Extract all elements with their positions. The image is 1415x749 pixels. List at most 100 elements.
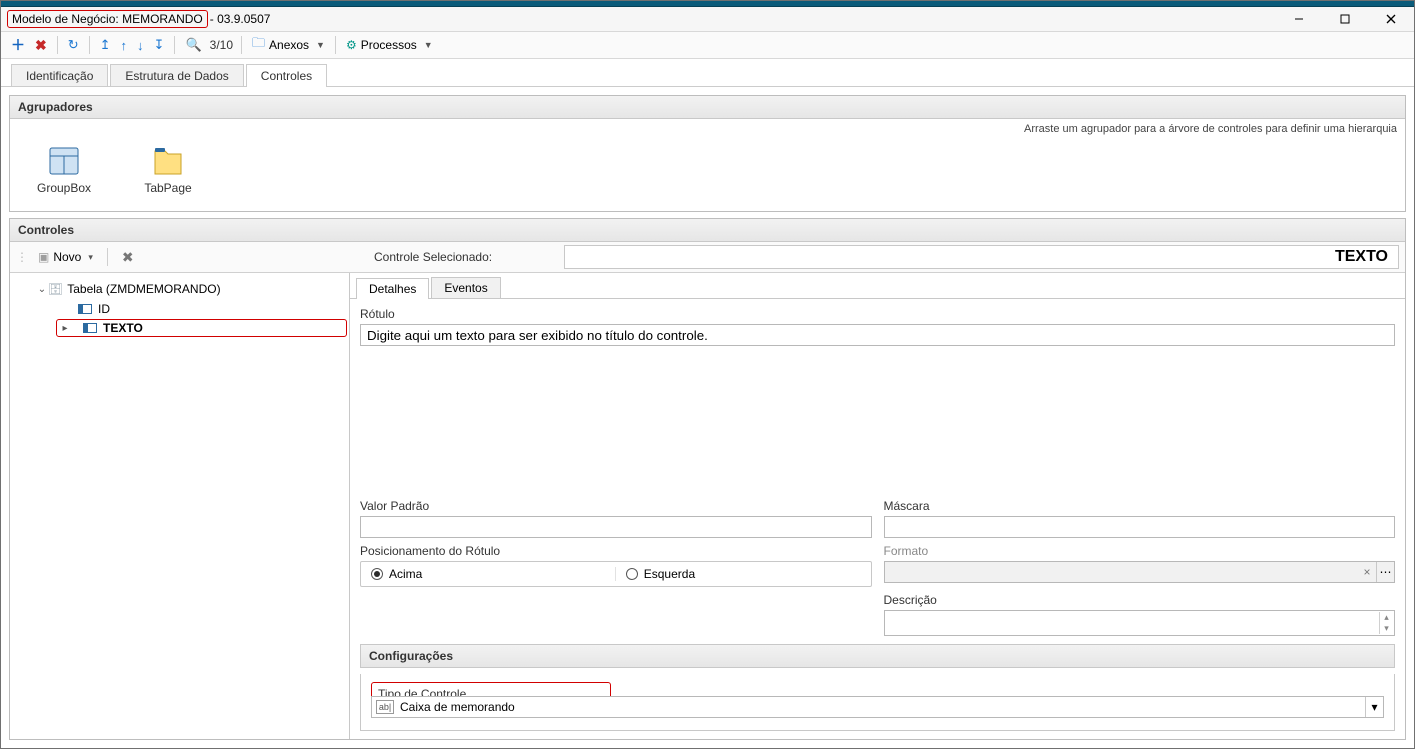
prev-record-button[interactable]: ↑: [117, 36, 132, 55]
agrupadores-hint: Arraste um agrupador para a árvore de co…: [10, 119, 1405, 135]
radio-acima-label: Acima: [389, 567, 422, 581]
subtab-eventos[interactable]: Eventos: [431, 277, 500, 298]
controles-title: Controles: [10, 219, 1405, 242]
up-icon: ↑: [121, 38, 128, 53]
posicionamento-rotulo-label: Posicionamento do Rótulo: [360, 544, 872, 558]
agrupador-tabpage-label: TabPage: [144, 181, 191, 195]
last-icon: ↧: [154, 37, 165, 53]
agrupador-tabpage[interactable]: TabPage: [128, 145, 208, 195]
dropdown-caret-icon: ▼: [424, 40, 433, 50]
agrupador-groupbox[interactable]: GroupBox: [24, 145, 104, 195]
descricao-label: Descrição: [884, 593, 1396, 607]
novo-button[interactable]: ▣ Novo ▾: [34, 248, 97, 266]
processos-menu[interactable]: ⚙ Processos ▼: [342, 36, 437, 54]
first-icon: ↥: [100, 37, 111, 53]
controle-selecionado-value: TEXTO: [564, 245, 1399, 269]
processos-label: Processos: [361, 38, 417, 52]
refresh-icon: ↻: [68, 37, 79, 53]
window-title-highlight: Modelo de Negócio: MEMORANDO: [7, 10, 208, 28]
window-title-suffix: - 03.9.0507: [208, 12, 271, 26]
mascara-input[interactable]: [884, 516, 1396, 538]
formato-label: Formato: [884, 544, 1396, 558]
search-button[interactable]: 🔍: [181, 35, 205, 55]
minimize-button[interactable]: [1276, 7, 1322, 31]
mascara-label: Máscara: [884, 499, 1396, 513]
scrollbar[interactable]: ▴▾: [1379, 612, 1393, 634]
tree-tabela-label: Tabela (ZMDMEMORANDO): [67, 282, 220, 296]
controls-tree[interactable]: ⌄ 🗄 Tabela (ZMDMEMORANDO) ID ▸: [10, 273, 350, 739]
tab-controles[interactable]: Controles: [246, 64, 327, 87]
valor-padrao-label: Valor Padrão: [360, 499, 872, 513]
new-record-button[interactable]: ＋: [7, 33, 29, 57]
agrupador-groupbox-label: GroupBox: [37, 181, 91, 195]
tipo-controle-combo[interactable]: ab| Caixa de memorando ▾: [371, 696, 1384, 718]
last-record-button[interactable]: ↧: [150, 35, 169, 55]
cube-icon: ▣: [38, 250, 49, 264]
delete-record-button[interactable]: ✖: [31, 35, 51, 56]
tree-node-tabela[interactable]: ⌄ 🗄 Tabela (ZMDMEMORANDO): [12, 279, 347, 299]
formato-combo: × ⋯: [884, 561, 1396, 583]
formato-value: [885, 562, 1359, 582]
attachment-icon: 🗀: [252, 34, 265, 56]
detail-subtabs: Detalhes Eventos: [350, 273, 1405, 299]
gear-icon: ⚙: [346, 38, 357, 52]
first-record-button[interactable]: ↥: [96, 35, 115, 55]
dropdown-caret-icon: ▾: [88, 252, 93, 263]
radio-esquerda-label: Esquerda: [644, 567, 695, 581]
ellipsis-icon: ⋯: [1376, 562, 1394, 582]
tree-node-texto-selected[interactable]: ▸ TEXTO: [56, 319, 347, 337]
anexos-menu[interactable]: 🗀 Anexos ▼: [248, 32, 329, 58]
record-position: 3/10: [208, 38, 235, 52]
database-icon: 🗄: [48, 282, 63, 296]
descricao-input[interactable]: ▴▾: [884, 610, 1396, 636]
rotulo-label: Rótulo: [360, 307, 1395, 321]
titlebar: Modelo de Negócio: MEMORANDO - 03.9.0507: [1, 7, 1414, 31]
radio-on-icon: [371, 568, 383, 580]
tipo-controle-value: Caixa de memorando: [372, 697, 1365, 717]
tabpage-icon: [152, 145, 184, 177]
descricao-value: [885, 611, 1395, 619]
tree-node-id[interactable]: ID: [12, 299, 347, 319]
posicionamento-rotulo-group: Acima Esquerda: [360, 561, 872, 587]
tree-id-label: ID: [98, 302, 110, 316]
down-icon: ↓: [137, 38, 144, 53]
plus-icon: ＋: [11, 35, 25, 55]
field-icon: [83, 323, 97, 333]
delete-control-button[interactable]: ✖: [118, 247, 138, 268]
delete-icon: ✖: [122, 249, 134, 266]
chevron-down-icon: ⌄: [36, 284, 48, 295]
subtab-detalhes[interactable]: Detalhes: [356, 278, 429, 299]
agrupadores-panel: Agrupadores Arraste um agrupador para a …: [9, 95, 1406, 212]
chevron-right-icon: ▸: [59, 323, 71, 334]
main-toolbar: ＋ ✖ ↻ ↥ ↑ ↓ ↧ 🔍 3/10 🗀 Anexos ▼ ⚙ Proces…: [1, 31, 1414, 59]
textbox-icon: ab|: [376, 700, 394, 714]
maximize-button[interactable]: [1322, 7, 1368, 31]
toolbar-grip-icon: ⋮: [16, 250, 28, 264]
tab-identificacao[interactable]: Identificação: [11, 64, 108, 87]
anexos-label: Anexos: [269, 38, 309, 52]
delete-icon: ✖: [35, 37, 47, 54]
groupbox-icon: [48, 145, 80, 177]
controles-panel: Controles ⋮ ▣ Novo ▾ ✖ Controle Selecion…: [9, 218, 1406, 740]
tab-estrutura[interactable]: Estrutura de Dados: [110, 64, 243, 87]
controles-toolbar: ⋮ ▣ Novo ▾ ✖ Controle Selecionado: TEXTO: [10, 242, 1405, 273]
radio-off-icon: [626, 568, 638, 580]
close-button[interactable]: [1368, 7, 1414, 31]
main-tabstrip: Identificação Estrutura de Dados Control…: [1, 59, 1414, 87]
rotulo-input[interactable]: [360, 324, 1395, 346]
novo-label: Novo: [53, 250, 81, 264]
clear-icon: ×: [1358, 565, 1376, 579]
field-icon: [78, 304, 92, 314]
dropdown-caret-icon: ▼: [316, 40, 325, 50]
next-record-button[interactable]: ↓: [133, 36, 148, 55]
tree-texto-label: TEXTO: [103, 321, 143, 335]
refresh-button[interactable]: ↻: [64, 35, 83, 55]
search-icon: 🔍: [185, 37, 201, 53]
dropdown-caret-icon[interactable]: ▾: [1365, 697, 1383, 717]
radio-acima[interactable]: Acima: [361, 567, 616, 581]
controle-selecionado-label: Controle Selecionado:: [374, 250, 492, 264]
configuracoes-header: Configurações: [360, 644, 1395, 668]
valor-padrao-input[interactable]: [360, 516, 872, 538]
radio-esquerda[interactable]: Esquerda: [616, 567, 871, 581]
agrupadores-title: Agrupadores: [10, 96, 1405, 119]
